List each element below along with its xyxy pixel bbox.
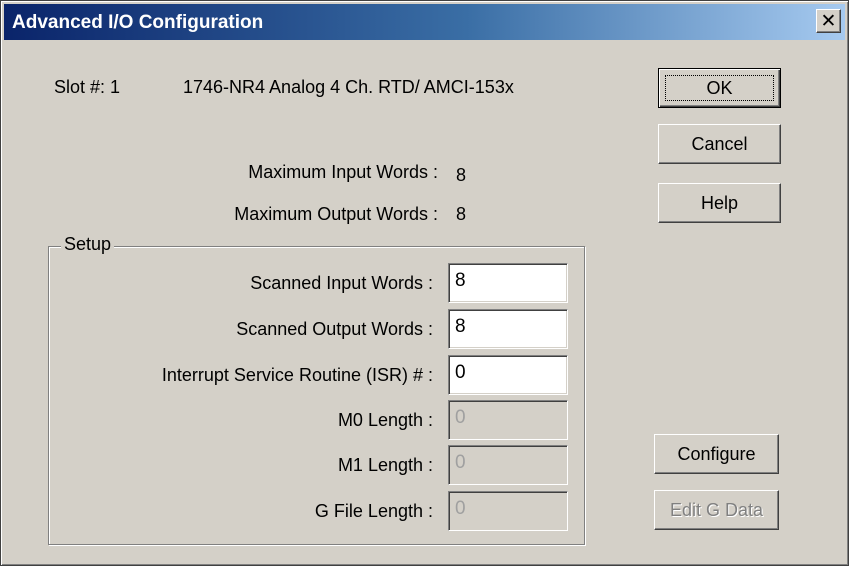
edit-g-data-button: Edit G Data	[654, 490, 779, 530]
title-bar[interactable]: Advanced I/O Configuration ✕	[4, 4, 845, 40]
scanned-output-words-field[interactable]: 8	[448, 309, 568, 349]
g-file-length-field: 0	[448, 491, 568, 531]
help-button[interactable]: Help	[658, 183, 781, 223]
cancel-button-label: Cancel	[691, 133, 748, 154]
module-name: 1746-NR4 Analog 4 Ch. RTD/ AMCI-153x	[183, 77, 514, 97]
m1-length-field: 0	[448, 445, 568, 485]
scanned-input-words-field[interactable]: 8	[448, 263, 568, 303]
help-button-label: Help	[700, 192, 739, 213]
configure-button-label: Configure	[677, 443, 756, 464]
max-input-words-value: 8	[456, 165, 467, 185]
advanced-io-config-dialog: Advanced I/O Configuration ✕ Slot #: 1 1…	[0, 0, 849, 566]
close-button[interactable]: ✕	[816, 9, 841, 33]
m1-length-label: M1 Length :	[337, 455, 433, 475]
max-output-words-value: 8	[456, 204, 467, 224]
m0-length-label: M0 Length :	[337, 410, 433, 430]
max-input-words-label: Maximum Input Words :	[248, 162, 438, 182]
setup-group-title: Setup	[61, 234, 115, 255]
g-file-length-label: G File Length :	[314, 501, 433, 521]
ok-button[interactable]: OK	[658, 68, 781, 108]
close-icon: ✕	[820, 9, 837, 32]
configure-button[interactable]: Configure	[654, 434, 779, 474]
window-title: Advanced I/O Configuration	[12, 12, 264, 33]
scanned-input-words-label: Scanned Input Words :	[250, 273, 433, 293]
m0-length-field: 0	[448, 400, 568, 440]
slot-label: Slot #: 1	[54, 77, 121, 97]
max-output-words-label: Maximum Output Words :	[234, 204, 438, 224]
scanned-output-words-label: Scanned Output Words :	[236, 319, 433, 339]
focus-ring	[665, 75, 774, 101]
edit-g-data-button-label: Edit G Data	[669, 499, 764, 520]
isr-label: Interrupt Service Routine (ISR) # :	[161, 365, 433, 385]
isr-field[interactable]: 0	[448, 355, 568, 395]
cancel-button[interactable]: Cancel	[658, 124, 781, 164]
